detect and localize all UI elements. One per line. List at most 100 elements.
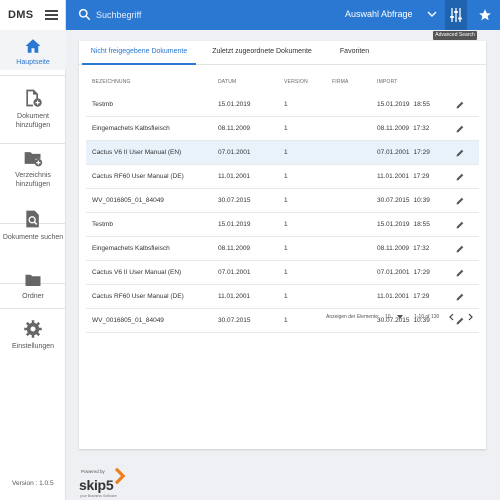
chevron-down-icon: [427, 11, 437, 17]
column-header-date[interactable]: DATUM: [218, 79, 236, 85]
table-row[interactable]: Testmb 15.01.2019 1 15.01.2019 18:55: [86, 93, 479, 117]
sidebar-item-label: Hauptseite: [16, 59, 50, 66]
cell-date: 15.01.2019: [218, 221, 251, 228]
favorites-button[interactable]: [470, 0, 500, 30]
cell-version: 1: [284, 197, 288, 204]
cell-name: Cactus RF60 User Manual (DE): [92, 173, 184, 180]
cell-name: Cactus V6 II User Manual (EN): [92, 149, 182, 156]
cell-import: 15.01.2019 18:55: [377, 221, 430, 228]
table-row[interactable]: Cactus V6 II User Manual (EN) 07.01.2001 1…: [86, 261, 479, 285]
cell-import: 07.01.2001 17:29: [377, 149, 430, 156]
column-header-import[interactable]: IMPORT: [377, 79, 398, 85]
table-row[interactable]: WV_0016805_01_84049 30.07.2015 1 30.07.2015…: [86, 189, 479, 213]
pencil-icon[interactable]: [455, 292, 465, 302]
cell-import-time: 17:32: [413, 125, 430, 132]
table-row[interactable]: Cactus RF60 User Manual (DE) 11.01.2001 1 1…: [86, 285, 479, 309]
sliders-icon: [450, 8, 462, 22]
sidebar-item-label: Verzeichnis hinzufügen: [15, 172, 51, 188]
cell-import-date: 07.01.2001: [377, 149, 410, 156]
sidebar-divider: [0, 75, 66, 76]
sidebar-item-settings[interactable]: Einstellungen: [0, 319, 66, 351]
search-input[interactable]: [96, 6, 316, 24]
sidebar-item-add-document[interactable]: Dokument hinzufügen: [0, 87, 66, 139]
cell-version: 1: [284, 101, 288, 108]
cell-import-time: 18:55: [413, 101, 430, 108]
sidebar-divider: [0, 143, 66, 144]
sidebar-item-folders[interactable]: Ordner: [0, 271, 66, 303]
tab-recent-documents[interactable]: Zuletzt zugeordnete Dokumente: [206, 41, 318, 65]
sidebar-item-search-documents[interactable]: Dokumente suchen: [0, 208, 66, 260]
cell-import-time: 18:55: [413, 221, 430, 228]
folder-icon: [25, 274, 41, 286]
table-row[interactable]: Cactus RF60 User Manual (DE) 11.01.2001 1 1…: [86, 165, 479, 189]
cell-date: 15.01.2019: [218, 101, 251, 108]
cell-import-date: 15.01.2019: [377, 101, 410, 108]
pencil-icon[interactable]: [455, 220, 465, 230]
table-row[interactable]: Eingemachets Kalbsfleisch 08.11.2009 1 08.1…: [86, 237, 479, 261]
cell-import: 15.01.2019 18:55: [377, 101, 430, 108]
cell-name: Eingemachets Kalbsfleisch: [92, 245, 170, 252]
sidebar: Hauptseite Dokument hinzufügen Verzeichn…: [0, 30, 66, 500]
page-size-select[interactable]: 10: [385, 312, 407, 322]
cell-import: 30.07.2015 10:39: [377, 197, 430, 204]
cell-name: Testmb: [92, 101, 113, 108]
query-select-label: Auswahl Abfrage: [345, 9, 413, 19]
cell-name: Eingemachets Kalbsfleisch: [92, 125, 170, 132]
cell-name: Cactus RF60 User Manual (DE): [92, 293, 184, 300]
pencil-icon[interactable]: [455, 172, 465, 182]
menu-toggle-icon[interactable]: [45, 10, 58, 20]
search-document-icon: [26, 210, 39, 228]
pencil-icon[interactable]: [455, 124, 465, 134]
sidebar-item-label: Einstellungen: [11, 343, 55, 350]
query-select[interactable]: Auswahl Abfrage: [345, 0, 437, 30]
cell-version: 1: [284, 149, 288, 156]
table-row[interactable]: Eingemachets Kalbsfleisch 08.11.2009 1 08.1…: [86, 117, 479, 141]
caret-down-icon: [397, 315, 403, 319]
sidebar-item-home[interactable]: Hauptseite: [0, 30, 66, 70]
tab-unreleased-documents[interactable]: Nicht freigegebene Dokumente: [82, 41, 196, 65]
page-range: 1-10 of 130: [414, 314, 440, 320]
app-brand: DMS: [8, 9, 34, 21]
table-row[interactable]: Cactus V6 II User Manual (EN) 07.01.2001 1…: [86, 141, 479, 165]
pencil-icon[interactable]: [455, 196, 465, 206]
version-label: Version : 1.0.5: [12, 480, 54, 487]
sidebar-item-add-folder[interactable]: Verzeichnis hinzufügen: [0, 148, 66, 200]
cell-import: 08.11.2009 17:32: [377, 245, 429, 252]
add-document-icon: [26, 89, 42, 107]
cell-version: 1: [284, 245, 288, 252]
cell-name: Testmb: [92, 221, 113, 228]
home-icon: [25, 39, 41, 53]
cell-date: 07.01.2001: [218, 149, 251, 156]
cell-import-date: 11.01.2001: [377, 293, 410, 300]
cell-date: 11.01.2001: [218, 293, 251, 300]
cell-import-date: 07.01.2001: [377, 269, 410, 276]
brand-area: DMS: [0, 0, 66, 30]
vendor-logo-tagline: your Business Software: [80, 494, 117, 498]
column-header-name[interactable]: BEZEICHNUNG: [92, 79, 131, 85]
gear-icon: [24, 320, 42, 338]
sidebar-divider: [0, 308, 66, 309]
cell-version: 1: [284, 269, 288, 276]
column-header-company[interactable]: FIRMA: [332, 79, 349, 85]
documents-card: Nicht freigegebene Dokumente Zuletzt zug…: [79, 41, 486, 449]
cell-date: 30.07.2015: [218, 197, 251, 204]
tab-favorites[interactable]: Favoriten: [327, 41, 382, 65]
table-row[interactable]: Testmb 15.01.2019 1 15.01.2019 18:55: [86, 213, 479, 237]
add-folder-icon: [24, 152, 43, 167]
cell-import-time: 17:29: [413, 269, 430, 276]
pencil-icon[interactable]: [455, 100, 465, 110]
star-icon: [479, 9, 491, 21]
cell-date: 07.01.2001: [218, 269, 251, 276]
column-header-version[interactable]: VERSION: [284, 79, 308, 85]
advanced-search-button[interactable]: [445, 0, 467, 30]
pencil-icon[interactable]: [455, 244, 465, 254]
cell-import: 07.01.2001 17:29: [377, 269, 430, 276]
pencil-icon[interactable]: [455, 148, 465, 158]
cell-import-time: 17:29: [413, 149, 430, 156]
chevron-right-icon[interactable]: [465, 312, 475, 322]
table-header: BEZEICHNUNG DATUM VERSION FIRMA IMPORT: [79, 79, 486, 91]
pencil-icon[interactable]: [455, 268, 465, 278]
cell-import-time: 17:29: [413, 173, 430, 180]
sidebar-item-label: Ordner: [22, 293, 44, 300]
chevron-left-icon[interactable]: [447, 312, 457, 322]
